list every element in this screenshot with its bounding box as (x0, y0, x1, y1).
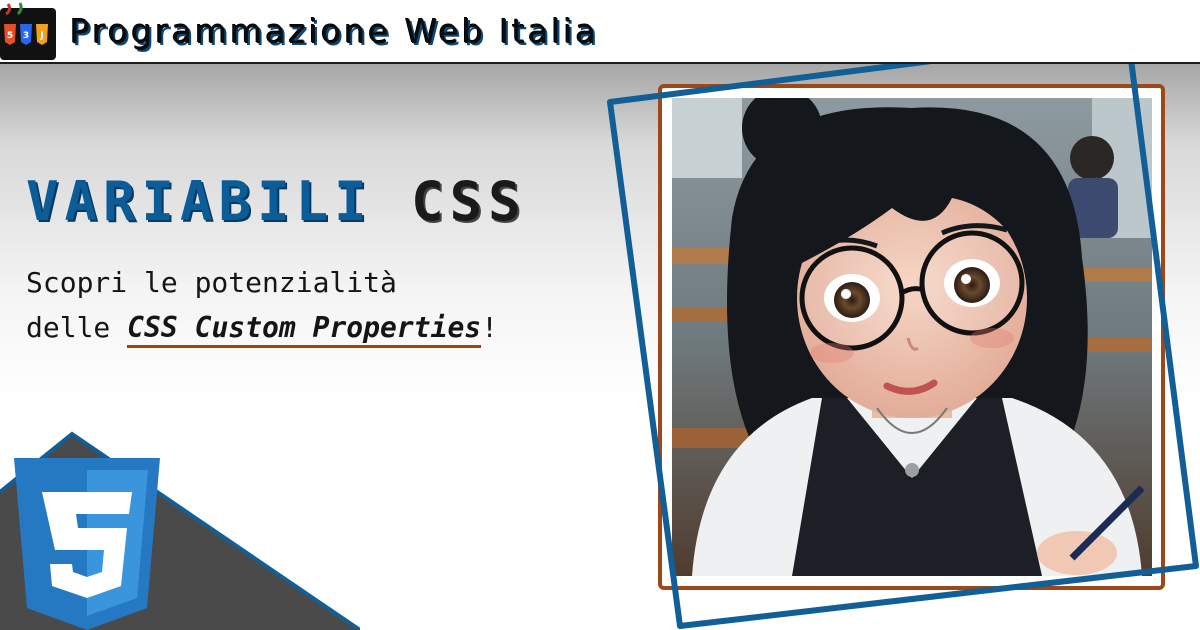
subtitle-emphasis: CSS Custom Properties (127, 311, 482, 348)
svg-text:5: 5 (7, 31, 13, 41)
title-word-variabili: VARIABILI (26, 170, 373, 233)
css3-shield-icon (14, 458, 160, 630)
subtitle-prefix: delle (26, 311, 128, 344)
site-logo-icon[interactable]: 5 3 J (0, 2, 56, 62)
title-word-css: CSS (411, 170, 527, 233)
site-name[interactable]: Programmazione Web Italia (70, 12, 599, 51)
subtitle-line-2: delle CSS Custom Properties! (26, 305, 626, 350)
site-header: 5 3 J Programmazione Web Italia (0, 0, 1200, 64)
subtitle-suffix: ! (481, 311, 499, 344)
subtitle-line-1: Scopri le potenzialità (26, 266, 397, 299)
svg-text:J: J (39, 31, 43, 41)
student-illustration (672, 98, 1152, 576)
subtitle: Scopri le potenzialità delle CSS Custom … (26, 260, 626, 350)
page-title: VARIABILI CSS (26, 170, 527, 233)
svg-text:3: 3 (23, 31, 29, 41)
